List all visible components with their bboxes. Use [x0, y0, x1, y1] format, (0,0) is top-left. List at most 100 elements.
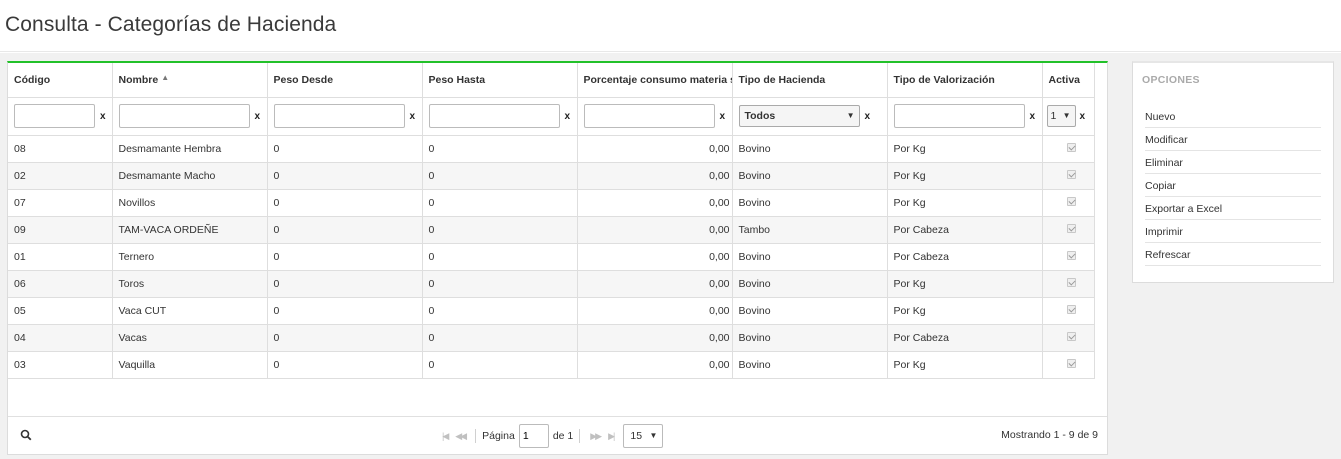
cell-activa [1042, 324, 1095, 352]
active-checkbox [1066, 142, 1076, 152]
active-checkbox [1066, 250, 1076, 260]
header-row: Código Nombre ▲ Peso Desde Peso Hasta Por… [8, 63, 1095, 98]
cell-nombre: Toros [112, 270, 268, 298]
cell-peso-hasta: 0 [422, 216, 578, 244]
clear-filter-nombre-button[interactable]: x [255, 111, 261, 122]
cell-peso-desde: 0 [267, 351, 423, 379]
grid-body: 08 Desmamante Hembra 0 0 0,00 Bovino Por Kg 02 D… [8, 135, 1095, 379]
cell-activa [1042, 297, 1095, 325]
cell-nombre: TAM-VACA ORDEÑE [112, 216, 268, 244]
filter-cell-porcentaje: x [577, 97, 733, 136]
cell-peso-hasta: 0 [422, 297, 578, 325]
option-copiar[interactable]: Copiar [1145, 174, 1321, 197]
next-page-icon[interactable]: ▶▶ [590, 431, 602, 442]
filter-input-peso-hasta[interactable] [428, 104, 560, 128]
option-eliminar[interactable]: Eliminar [1145, 151, 1321, 174]
cell-porcentaje: 0,00 [577, 135, 733, 163]
column-header-codigo[interactable]: Código [8, 63, 113, 98]
cell-peso-desde: 0 [267, 216, 423, 244]
cell-peso-hasta: 0 [422, 189, 578, 217]
table-row[interactable]: 09 TAM-VACA ORDEÑE 0 0 0,00 Tambo Por Cabeza [8, 216, 1095, 244]
cell-tipo-hacienda: Bovino [732, 162, 888, 190]
column-header-tipo-valorizacion[interactable]: Tipo de Valorización [887, 63, 1043, 98]
cell-peso-hasta: 0 [422, 135, 578, 163]
options-panel: OPCIONES Nuevo Modificar Eliminar Copiar… [1132, 61, 1334, 283]
filter-input-codigo[interactable] [14, 104, 95, 128]
cell-nombre: Ternero [112, 243, 268, 271]
cell-codigo: 02 [8, 162, 113, 190]
cell-codigo: 06 [8, 270, 113, 298]
table-row[interactable]: 01 Ternero 0 0 0,00 Bovino Por Cabeza [8, 243, 1095, 271]
clear-filter-porcentaje-button[interactable]: x [720, 111, 726, 122]
option-exportar-excel[interactable]: Exportar a Excel [1145, 197, 1321, 220]
clear-filter-tipo-hacienda-button[interactable]: x [865, 111, 871, 122]
clear-filter-activa-button[interactable]: x [1080, 111, 1086, 122]
filter-input-tipo-valorizacion[interactable] [893, 104, 1025, 128]
table-row[interactable]: 06 Toros 0 0 0,00 Bovino Por Kg [8, 270, 1095, 298]
cell-tipo-valorizacion: Por Cabeza [887, 324, 1043, 352]
filter-input-nombre[interactable] [118, 104, 250, 128]
filter-cell-activa: 1 ▼ x [1042, 97, 1095, 136]
cell-activa [1042, 243, 1095, 271]
filter-select-tipo-hacienda[interactable]: Todos ▼ [738, 105, 860, 127]
column-header-activa[interactable]: Activa [1042, 63, 1095, 98]
cell-activa [1042, 189, 1095, 217]
cell-porcentaje: 0,00 [577, 216, 733, 244]
table-row[interactable]: 08 Desmamante Hembra 0 0 0,00 Bovino Por Kg [8, 135, 1095, 163]
filter-input-peso-desde[interactable] [273, 104, 405, 128]
table-row[interactable]: 04 Vacas 0 0 0,00 Bovino Por Cabeza [8, 324, 1095, 352]
cell-codigo: 04 [8, 324, 113, 352]
column-header-porcentaje[interactable]: Porcentaje consumo materia seca [577, 63, 733, 98]
active-checkbox [1066, 196, 1076, 206]
column-header-tipo-hacienda[interactable]: Tipo de Hacienda [732, 63, 888, 98]
first-page-icon[interactable]: |◀ [442, 431, 449, 442]
table-row[interactable]: 02 Desmamante Macho 0 0 0,00 Bovino Por Kg [8, 162, 1095, 190]
option-imprimir[interactable]: Imprimir [1145, 220, 1321, 243]
option-refrescar[interactable]: Refrescar [1145, 243, 1321, 266]
cell-tipo-hacienda: Bovino [732, 351, 888, 379]
last-page-icon[interactable]: ▶| [608, 431, 615, 442]
search-icon[interactable] [20, 429, 32, 441]
filter-input-porcentaje[interactable] [583, 104, 715, 128]
cell-tipo-valorizacion: Por Kg [887, 162, 1043, 190]
option-nuevo[interactable]: Nuevo [1145, 105, 1321, 128]
column-header-peso-hasta[interactable]: Peso Hasta [422, 63, 578, 98]
filter-cell-tipo-hacienda: Todos ▼ x [732, 97, 888, 136]
cell-porcentaje: 0,00 [577, 189, 733, 217]
cell-codigo: 03 [8, 351, 113, 379]
column-header-peso-desde[interactable]: Peso Desde [267, 63, 423, 98]
dropdown-arrow-icon: ▼ [649, 431, 658, 440]
cell-peso-hasta: 0 [422, 270, 578, 298]
filter-cell-peso-desde: x [267, 97, 423, 136]
clear-filter-peso-hasta-button[interactable]: x [565, 111, 571, 122]
table-row[interactable]: 03 Vaquilla 0 0 0,00 Bovino Por Kg [8, 351, 1095, 379]
option-modificar[interactable]: Modificar [1145, 128, 1321, 151]
page-title: Consulta - Categorías de Hacienda [5, 13, 337, 36]
cell-tipo-valorizacion: Por Kg [887, 189, 1043, 217]
clear-filter-tipo-valorizacion-button[interactable]: x [1030, 111, 1036, 122]
page-number-input[interactable] [518, 424, 549, 448]
table-row[interactable]: 07 Novillos 0 0 0,00 Bovino Por Kg [8, 189, 1095, 217]
pager-separator [475, 429, 477, 443]
table-row[interactable]: 05 Vaca CUT 0 0 0,00 Bovino Por Kg [8, 297, 1095, 325]
cell-porcentaje: 0,00 [577, 324, 733, 352]
dropdown-arrow-icon: ▼ [846, 111, 855, 120]
cell-peso-desde: 0 [267, 270, 423, 298]
cell-tipo-valorizacion: Por Kg [887, 351, 1043, 379]
filter-select-activa[interactable]: 1 ▼ [1046, 105, 1076, 127]
page-size-select[interactable]: 15 ▼ [623, 424, 664, 448]
dropdown-arrow-icon: ▼ [1062, 111, 1071, 120]
page-label: Página [482, 430, 515, 442]
previous-page-icon[interactable]: ◀◀ [455, 431, 467, 442]
sort-ascending-icon: ▲ [161, 72, 170, 82]
categories-grid: Código Nombre ▲ Peso Desde Peso Hasta Por… [8, 63, 1095, 379]
column-header-nombre[interactable]: Nombre ▲ [112, 63, 268, 98]
cell-codigo: 05 [8, 297, 113, 325]
page-header: Consulta - Categorías de Hacienda [0, 0, 1341, 52]
cell-peso-desde: 0 [267, 324, 423, 352]
cell-nombre: Vacas [112, 324, 268, 352]
filter-cell-tipo-valorizacion: x [887, 97, 1043, 136]
cell-nombre: Vaquilla [112, 351, 268, 379]
clear-filter-codigo-button[interactable]: x [100, 111, 106, 122]
clear-filter-peso-desde-button[interactable]: x [410, 111, 416, 122]
